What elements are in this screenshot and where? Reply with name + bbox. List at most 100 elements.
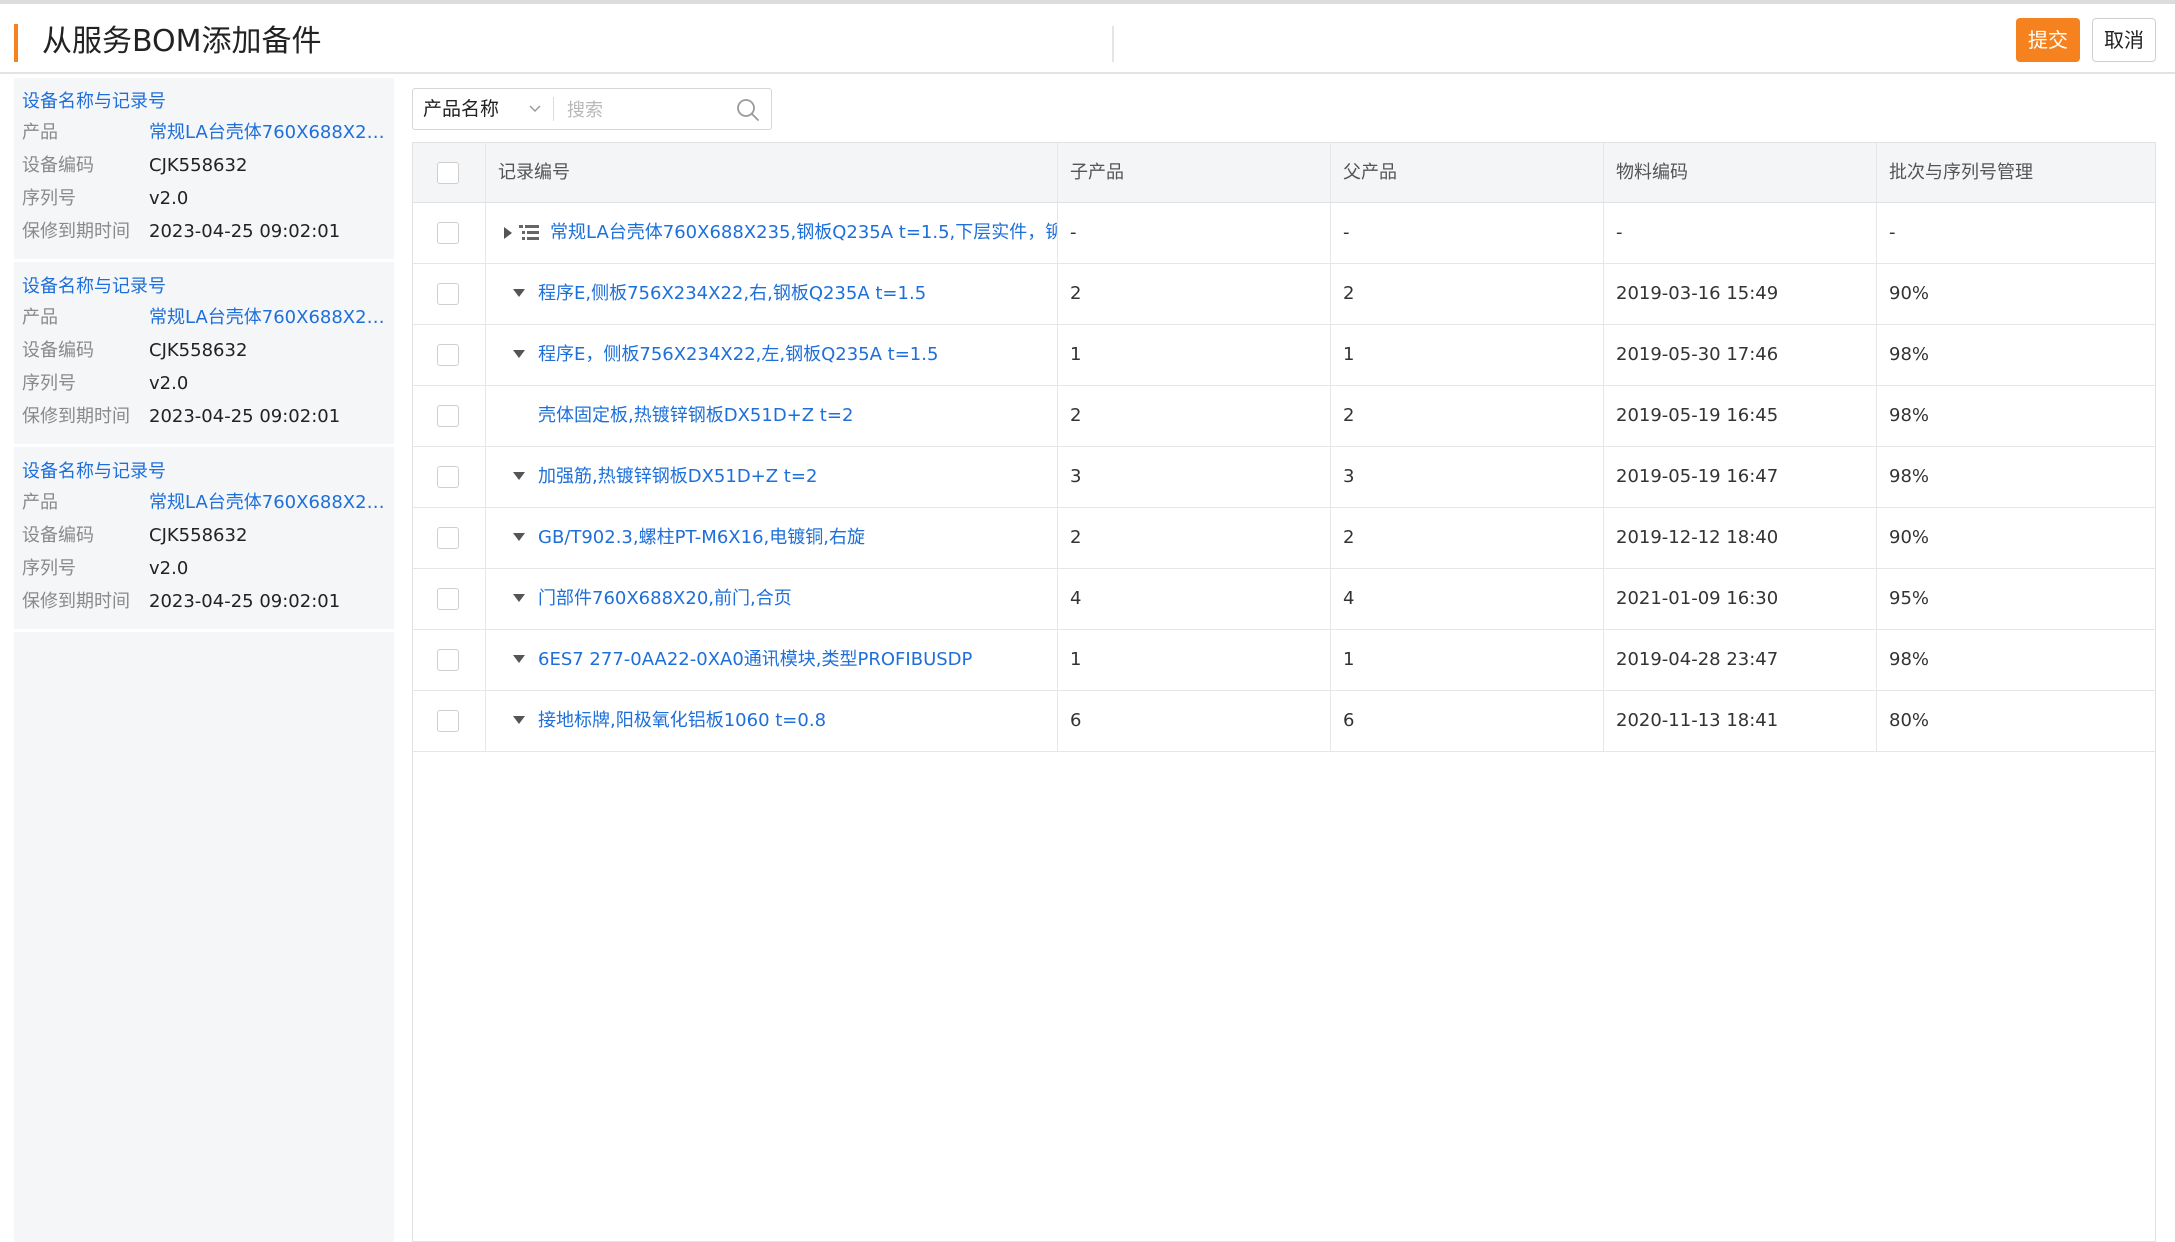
record-name-link[interactable]: 程序E,侧板756X234X22,右,钢板Q235A t=1.5 [538, 264, 926, 324]
child-product-cell: - [1058, 203, 1331, 263]
device-field-code: 设备编码 CJK558632 [22, 523, 392, 549]
child-product-cell: 4 [1058, 569, 1331, 629]
record-no-cell: 程序E,侧板756X234X22,右,钢板Q235A t=1.5 [486, 264, 1058, 324]
child-product-cell: 2 [1058, 264, 1331, 324]
search-icon[interactable] [735, 97, 761, 123]
product-link[interactable]: 常规LA台壳体760X688X235,钢板Q235A t=1.5,下层实件，铆接 [149, 305, 389, 331]
select-all-checkbox[interactable] [437, 162, 459, 184]
field-label: 产品 [22, 492, 58, 513]
chevron-down-icon[interactable] [527, 100, 543, 116]
row-checkbox[interactable] [437, 222, 459, 244]
batch-serial-cell: 90% [1889, 527, 1930, 548]
caret-down-icon[interactable] [510, 264, 526, 324]
column-header-child-product[interactable]: 子产品 [1058, 143, 1331, 202]
device-field-product: 产品 常规LA台壳体760X688X235,钢板Q235A t=1.5,下层实件… [22, 490, 392, 516]
device-field-product: 产品 常规LA台壳体760X688X235,钢板Q235A t=1.5,下层实件… [22, 120, 392, 146]
search-field-select[interactable]: 产品名称 [423, 89, 499, 129]
product-link[interactable]: 常规LA台壳体760X688X235,钢板Q235A t=1.5,下层实件，铆接 [149, 490, 389, 516]
table-row[interactable]: 程序E,侧板756X234X22,右,钢板Q235A t=1.5 2 2 201… [413, 264, 2155, 325]
record-no-cell: 壳体固定板,热镀锌钢板DX51D+Z t=2 [486, 386, 1058, 446]
table-row[interactable]: 壳体固定板,热镀锌钢板DX51D+Z t=2 2 2 2019-05-19 16… [413, 386, 2155, 447]
row-checkbox[interactable] [437, 283, 459, 305]
cancel-button[interactable]: 取消 [2092, 18, 2156, 62]
caret-right-icon[interactable] [500, 203, 516, 263]
device-field-warranty: 保修到期时间 2023-04-25 09:02:01 [22, 404, 392, 430]
search-input[interactable] [565, 93, 729, 127]
caret-down-icon[interactable] [510, 447, 526, 507]
caret-down-icon[interactable] [510, 508, 526, 568]
search-bar: 产品名称 [412, 88, 772, 130]
field-label: 设备编码 [22, 525, 94, 546]
table-row[interactable]: 门部件760X688X20,前门,合页 4 4 2021-01-09 16:30… [413, 569, 2155, 630]
parent-product-cell: - [1331, 203, 1604, 263]
row-checkbox[interactable] [437, 527, 459, 549]
caret-down-icon[interactable] [510, 691, 526, 751]
column-header-material-code[interactable]: 物料编码 [1604, 143, 1877, 202]
row-checkbox[interactable] [437, 344, 459, 366]
row-checkbox[interactable] [437, 649, 459, 671]
search-separator [553, 97, 554, 121]
field-label: 序列号 [22, 373, 76, 394]
device-card[interactable]: 设备名称与记录号 产品 常规LA台壳体760X688X235,钢板Q235A t… [14, 263, 394, 443]
row-select-cell [413, 691, 486, 751]
parent-product-cell: 1 [1331, 325, 1604, 385]
table-header: 记录编号 子产品 父产品 物料编码 批次与序列号管理 [413, 143, 2155, 203]
table-row[interactable]: 6ES7 277-0AA22-0XA0通讯模块,类型PROFIBUSDP 1 1… [413, 630, 2155, 691]
record-name-link[interactable]: 程序E，侧板756X234X22,左,钢板Q235A t=1.5 [538, 325, 938, 385]
device-card[interactable]: 设备名称与记录号 产品 常规LA台壳体760X688X235,钢板Q235A t… [14, 78, 394, 258]
column-header-record-no[interactable]: 记录编号 [486, 143, 1058, 202]
material-code-cell: 2020-11-13 18:41 [1604, 691, 1877, 751]
caret-down-icon[interactable] [510, 325, 526, 385]
page-header: 从服务BOM添加备件 提交 取消 [0, 4, 2175, 74]
field-label: 保修到期时间 [22, 406, 130, 427]
record-name-link[interactable]: 常规LA台壳体760X688X235,钢板Q235A t=1.5,下层实件，铆接 [550, 203, 1057, 263]
row-select-cell [413, 386, 486, 446]
field-value: v2.0 [149, 373, 189, 394]
caret-down-icon[interactable] [510, 630, 526, 690]
parent-product-cell: 2 [1331, 264, 1604, 324]
row-checkbox[interactable] [437, 405, 459, 427]
record-no-cell: 程序E，侧板756X234X22,左,钢板Q235A t=1.5 [486, 325, 1058, 385]
device-field-serial: 序列号 v2.0 [22, 371, 392, 397]
record-name-link[interactable]: 接地标牌,阳极氧化铝板1060 t=0.8 [538, 691, 826, 751]
table-row[interactable]: 程序E，侧板756X234X22,左,钢板Q235A t=1.5 1 1 201… [413, 325, 2155, 386]
product-link[interactable]: 常规LA台壳体760X688X235,钢板Q235A t=1.5,下层实件，铆接 [149, 120, 389, 146]
record-no-cell: 门部件760X688X20,前门,合页 [486, 569, 1058, 629]
caret-down-icon[interactable] [510, 569, 526, 629]
field-label: 保修到期时间 [22, 221, 130, 242]
material-code-cell: 2019-05-19 16:45 [1604, 386, 1877, 446]
row-checkbox[interactable] [437, 588, 459, 610]
column-header-parent-product[interactable]: 父产品 [1331, 143, 1604, 202]
row-select-cell [413, 325, 486, 385]
row-checkbox[interactable] [437, 710, 459, 732]
record-name-link[interactable]: 6ES7 277-0AA22-0XA0通讯模块,类型PROFIBUSDP [538, 630, 972, 690]
batch-serial-cell: - [1889, 222, 1896, 243]
field-label: 设备编码 [22, 340, 94, 361]
record-name-link[interactable]: 壳体固定板,热镀锌钢板DX51D+Z t=2 [538, 386, 853, 446]
table-row[interactable]: 接地标牌,阳极氧化铝板1060 t=0.8 6 6 2020-11-13 18:… [413, 691, 2155, 752]
batch-serial-cell: 98% [1889, 344, 1930, 365]
row-checkbox[interactable] [437, 466, 459, 488]
submit-button[interactable]: 提交 [2016, 18, 2080, 62]
record-no-cell: 6ES7 277-0AA22-0XA0通讯模块,类型PROFIBUSDP [486, 630, 1058, 690]
table-row[interactable]: 加强筋,热镀锌钢板DX51D+Z t=2 3 3 2019-05-19 16:4… [413, 447, 2155, 508]
column-header-batch-serial[interactable]: 批次与序列号管理 [1877, 143, 2155, 202]
record-no-cell: 加强筋,热镀锌钢板DX51D+Z t=2 [486, 447, 1058, 507]
record-no-cell: 接地标牌,阳极氧化铝板1060 t=0.8 [486, 691, 1058, 751]
record-name-link[interactable]: 门部件760X688X20,前门,合页 [538, 569, 792, 629]
child-product-cell: 1 [1058, 630, 1331, 690]
table-row[interactable]: 常规LA台壳体760X688X235,钢板Q235A t=1.5,下层实件，铆接… [413, 203, 2155, 264]
device-card[interactable]: 设备名称与记录号 产品 常规LA台壳体760X688X235,钢板Q235A t… [14, 448, 394, 628]
field-label: 产品 [22, 122, 58, 143]
field-value: 2023-04-25 09:02:01 [149, 406, 341, 427]
material-code-cell: 2019-05-30 17:46 [1604, 325, 1877, 385]
child-product-cell: 2 [1058, 386, 1331, 446]
record-name-link[interactable]: 加强筋,热镀锌钢板DX51D+Z t=2 [538, 447, 817, 507]
child-product-cell: 3 [1058, 447, 1331, 507]
record-name-link[interactable]: GB/T902.3,螺柱PT-M6X16,电镀铜,右旋 [538, 508, 865, 568]
material-code-cell: 2021-01-09 16:30 [1604, 569, 1877, 629]
header-select-cell [413, 143, 486, 202]
device-field-warranty: 保修到期时间 2023-04-25 09:02:01 [22, 219, 392, 245]
table-row[interactable]: GB/T902.3,螺柱PT-M6X16,电镀铜,右旋 2 2 2019-12-… [413, 508, 2155, 569]
field-value: v2.0 [149, 188, 189, 209]
